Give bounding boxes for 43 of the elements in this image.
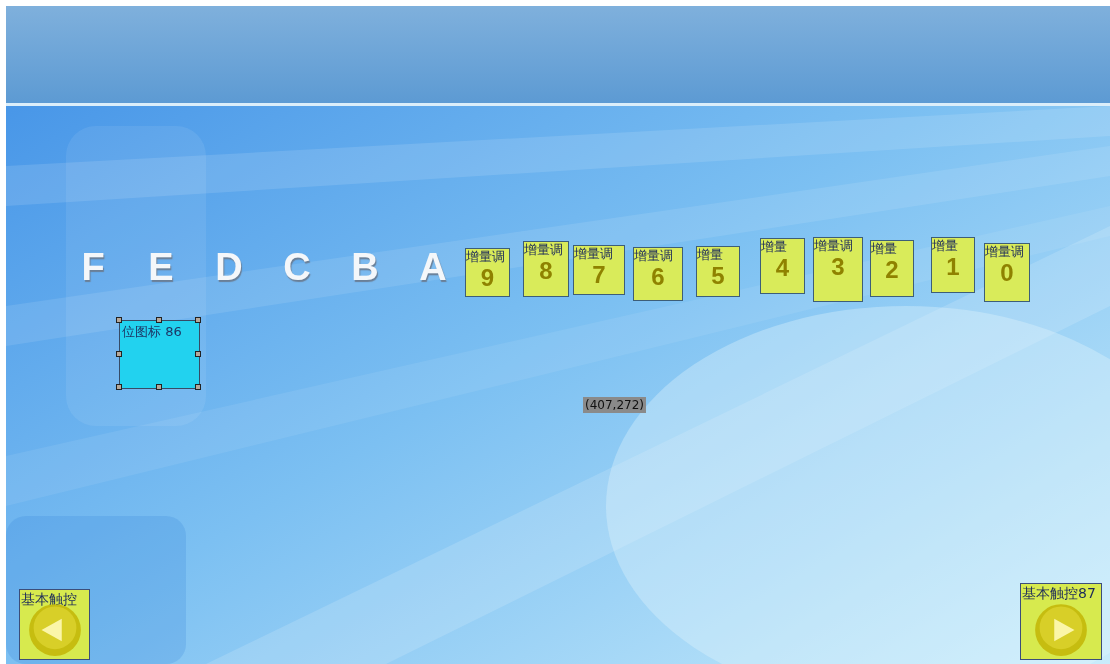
digit-label: 2: [885, 257, 899, 283]
column-letter: B: [350, 246, 380, 289]
bitmap-element[interactable]: 位图标 86: [119, 320, 200, 389]
control-label: 增量调: [634, 248, 673, 264]
control-label: 增量: [761, 239, 787, 255]
increment-control[interactable]: 增量调 3: [813, 237, 863, 302]
button-label: 基本触控87: [1022, 585, 1096, 603]
increment-control[interactable]: 增量调 6: [633, 247, 683, 301]
column-letter: F: [80, 246, 106, 289]
digit-label: 0: [1000, 260, 1014, 286]
increment-control[interactable]: 增量调 8: [523, 241, 569, 297]
control-label: 增量调: [524, 242, 563, 258]
increment-control[interactable]: 增量 5: [696, 246, 740, 297]
digit-label: 4: [775, 255, 790, 281]
digit-label: 5: [711, 263, 725, 289]
column-letter: D: [214, 246, 244, 289]
control-label: 增量调: [574, 246, 613, 262]
button-label: 基本触控: [21, 591, 77, 609]
increment-control[interactable]: 增量调 0: [984, 243, 1030, 302]
control-label: 增量调: [814, 238, 853, 254]
cursor-coordinates: (407,272): [583, 397, 646, 413]
digit-label: 6: [651, 264, 665, 290]
control-label: 增量: [932, 238, 958, 254]
digit-label: 7: [592, 262, 606, 288]
touch-button[interactable]: 基本触控: [19, 589, 90, 660]
column-letter: C: [282, 246, 312, 289]
increment-control[interactable]: 增量 4: [760, 238, 805, 294]
column-letter: A: [418, 246, 448, 289]
digit-label: 3: [831, 254, 845, 280]
control-label: 增量: [871, 241, 897, 257]
control-label: 增量: [697, 247, 723, 263]
digit-label: 1: [946, 254, 960, 280]
digit-label: 9: [480, 265, 495, 291]
control-label: 增量调: [466, 249, 505, 265]
element-label: 位图标 86: [122, 323, 182, 341]
increment-control[interactable]: 增量调 9: [465, 248, 510, 297]
control-label: 增量调: [985, 244, 1024, 260]
increment-control[interactable]: 增量调 7: [573, 245, 625, 295]
touch-button[interactable]: 基本触控87: [1020, 583, 1102, 660]
column-letter: E: [147, 246, 175, 289]
increment-control[interactable]: 增量 2: [870, 240, 914, 297]
increment-control[interactable]: 增量 1: [931, 237, 975, 293]
digit-label: 8: [539, 258, 553, 284]
